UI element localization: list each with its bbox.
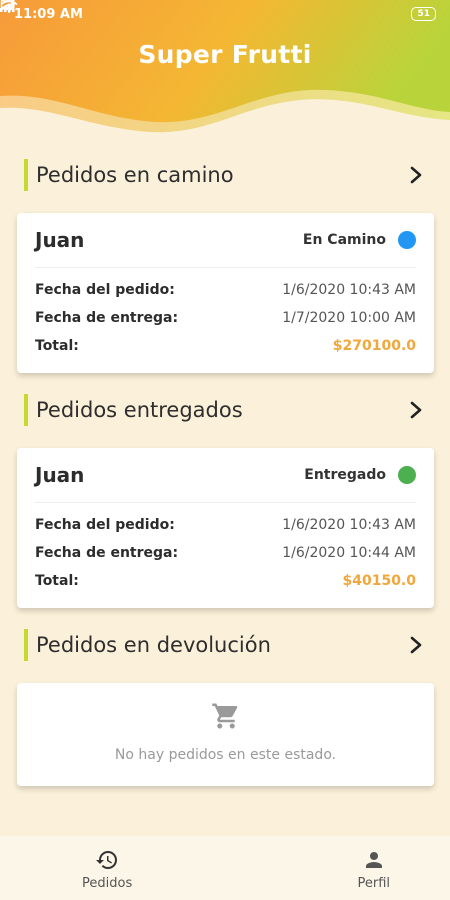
nav-item-pedidos[interactable]: Pedidos <box>82 836 132 900</box>
total-value: $40150.0 <box>342 573 416 589</box>
chevron-right-icon[interactable] <box>406 400 426 420</box>
shopping-cart-icon <box>211 703 237 729</box>
chevron-right-icon[interactable] <box>406 165 426 185</box>
delivery-date-value: 1/6/2020 10:44 AM <box>282 545 416 561</box>
section-accent-bar <box>24 159 28 191</box>
customer-name: Juan <box>35 228 85 252</box>
customer-name: Juan <box>35 463 85 487</box>
empty-state-message: No hay pedidos en este estado. <box>114 747 337 763</box>
app-title: Super Frutti <box>138 40 312 69</box>
nav-label-perfil: Perfil <box>357 876 390 891</box>
nav-item-perfil[interactable]: Perfil <box>357 836 390 900</box>
order-date-value: 1/6/2020 10:43 AM <box>282 282 416 298</box>
status-badge: En Camino <box>303 231 416 249</box>
total-value: $270100.0 <box>332 338 416 354</box>
empty-state-card: No hay pedidos en este estado. <box>17 683 434 786</box>
person-icon <box>365 852 382 868</box>
total-label: Total: <box>35 338 79 354</box>
chevron-right-icon[interactable] <box>406 635 426 655</box>
status-time: 11:09 AM <box>14 6 83 22</box>
wifi-icon <box>0 0 18 13</box>
order-card-en-camino[interactable]: Juan En Camino Fecha del pedido: 1/6/202… <box>17 213 434 373</box>
battery-indicator: 51 <box>411 7 436 21</box>
status-label: Entregado <box>304 467 386 483</box>
order-card-header: Juan En Camino <box>35 213 416 268</box>
delivery-date-row: Fecha de entrega: 1/6/2020 10:44 AM <box>35 539 416 567</box>
section-header-entregados[interactable]: Pedidos entregados <box>24 393 426 427</box>
status-dot-icon <box>398 466 416 484</box>
section-title: Pedidos entregados <box>36 398 243 422</box>
status-dot-icon <box>398 231 416 249</box>
order-date-label: Fecha del pedido: <box>35 282 175 298</box>
history-icon <box>96 851 118 869</box>
app-header: 11:09 AM 51 Super Frutti <box>0 0 450 140</box>
status-bar: 11:09 AM 51 <box>0 0 450 28</box>
order-date-value: 1/6/2020 10:43 AM <box>282 517 416 533</box>
bottom-navigation: Pedidos Perfil <box>0 836 450 900</box>
section-header-devolucion[interactable]: Pedidos en devolución <box>24 628 426 662</box>
delivery-date-row: Fecha de entrega: 1/7/2020 10:00 AM <box>35 304 416 332</box>
nav-label-pedidos: Pedidos <box>82 876 133 891</box>
total-row: Total: $270100.0 <box>35 332 416 360</box>
total-row: Total: $40150.0 <box>35 567 416 595</box>
status-badge: Entregado <box>304 466 416 484</box>
delivery-date-label: Fecha de entrega: <box>35 545 179 561</box>
section-accent-bar <box>24 394 28 426</box>
order-card-header: Juan Entregado <box>35 448 416 503</box>
section-accent-bar <box>24 629 28 661</box>
order-card-entregado[interactable]: Juan Entregado Fecha del pedido: 1/6/202… <box>17 448 434 608</box>
delivery-date-label: Fecha de entrega: <box>35 310 179 326</box>
order-date-label: Fecha del pedido: <box>35 517 175 533</box>
order-date-row: Fecha del pedido: 1/6/2020 10:43 AM <box>35 511 416 539</box>
status-label: En Camino <box>302 232 386 248</box>
section-title: Pedidos en devolución <box>36 633 271 657</box>
section-header-en-camino[interactable]: Pedidos en camino <box>24 158 426 192</box>
order-date-row: Fecha del pedido: 1/6/2020 10:43 AM <box>35 276 416 304</box>
total-label: Total: <box>35 573 79 589</box>
delivery-date-value: 1/7/2020 10:00 AM <box>282 310 416 326</box>
section-title: Pedidos en camino <box>36 163 234 187</box>
